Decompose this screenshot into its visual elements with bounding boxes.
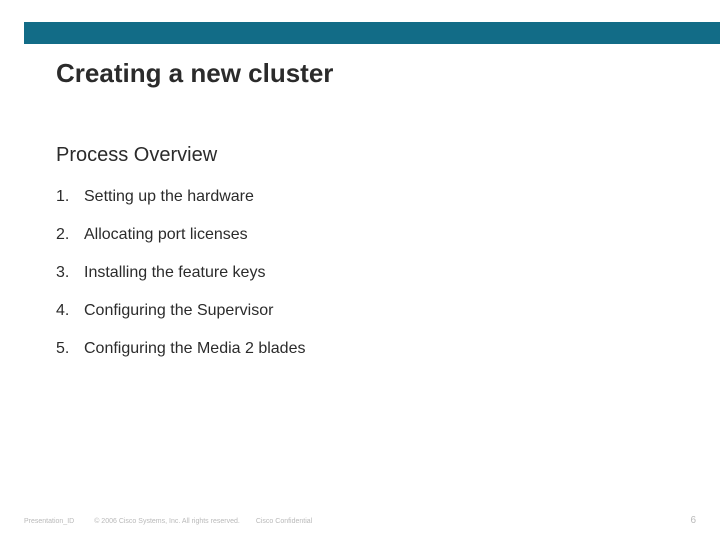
steps-list: 1. Setting up the hardware 2. Allocating… <box>56 178 664 368</box>
list-item: 2. Allocating port licenses <box>56 216 664 254</box>
list-text: Configuring the Supervisor <box>84 302 664 320</box>
list-item: 1. Setting up the hardware <box>56 178 664 216</box>
list-text: Configuring the Media 2 blades <box>84 340 664 358</box>
list-number: 2. <box>56 226 84 244</box>
footer-presentation-id: Presentation_ID <box>24 518 74 525</box>
slide-footer: Presentation_ID © 2006 Cisco Systems, In… <box>24 515 696 526</box>
list-number: 5. <box>56 340 84 358</box>
list-number: 4. <box>56 302 84 320</box>
brand-bar <box>24 22 720 44</box>
slide-title: Creating a new cluster <box>56 58 333 89</box>
list-item: 5. Configuring the Media 2 blades <box>56 330 664 368</box>
list-number: 3. <box>56 264 84 282</box>
footer-page-number: 6 <box>690 515 696 526</box>
list-item: 3. Installing the feature keys <box>56 254 664 292</box>
list-item: 4. Configuring the Supervisor <box>56 292 664 330</box>
slide-subtitle: Process Overview <box>56 144 217 167</box>
list-number: 1. <box>56 188 84 206</box>
list-text: Setting up the hardware <box>84 188 664 206</box>
list-text: Allocating port licenses <box>84 226 664 244</box>
footer-confidential: Cisco Confidential <box>256 518 312 525</box>
footer-copyright: © 2006 Cisco Systems, Inc. All rights re… <box>94 518 240 525</box>
list-text: Installing the feature keys <box>84 264 664 282</box>
